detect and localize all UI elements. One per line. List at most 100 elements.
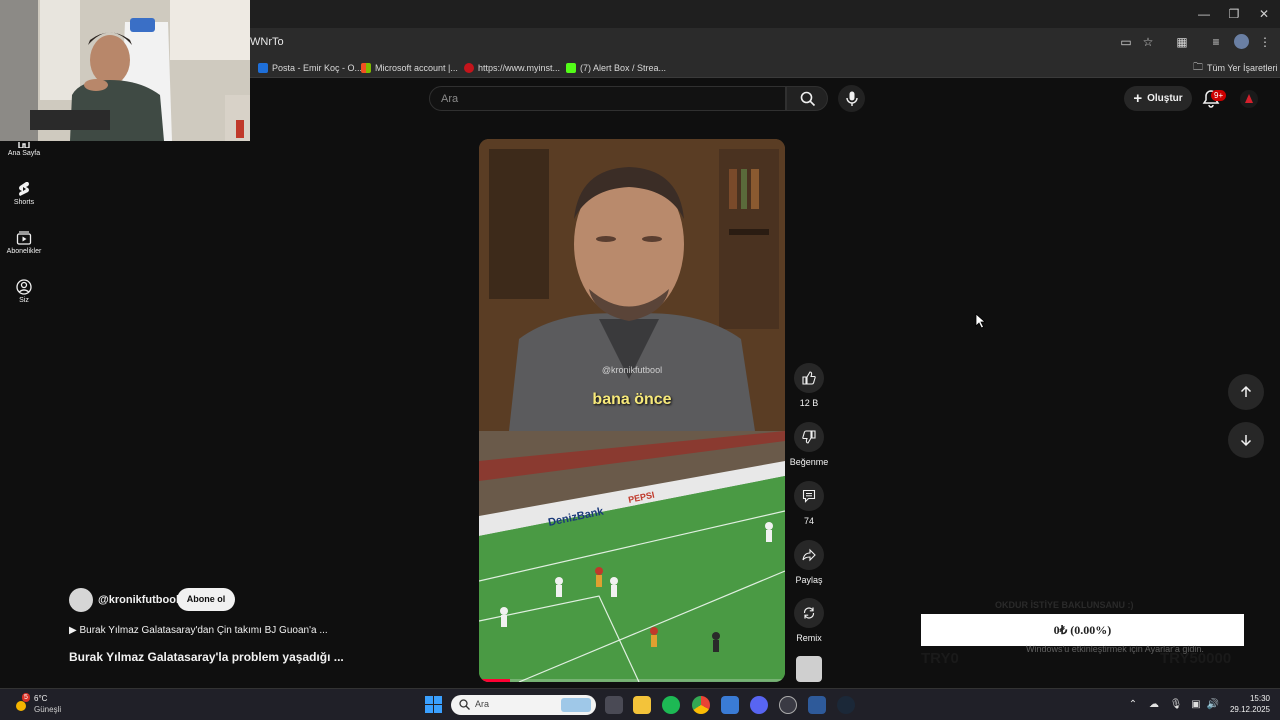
donation-goal-bar: 0₺ (0.00%): [921, 614, 1244, 646]
obs-icon[interactable]: [779, 696, 797, 714]
bookmark-star-icon[interactable]: ☆: [1140, 34, 1156, 50]
video-progress-fill: [479, 679, 510, 682]
sidebar-item-shorts[interactable]: Shorts: [0, 181, 48, 206]
plus-icon: +: [1133, 89, 1143, 107]
microphone-icon[interactable]: 🎙: [1169, 698, 1183, 712]
all-bookmarks[interactable]: 🗀 Tüm Yer İşaretleri: [1193, 61, 1278, 75]
search-icon: [459, 699, 470, 710]
taskbar-time[interactable]: 15:30: [1230, 694, 1270, 703]
maximize-icon[interactable]: ❐: [1226, 6, 1242, 22]
mail-icon: [258, 63, 268, 73]
channel-avatar[interactable]: [1240, 90, 1258, 108]
app-icon[interactable]: [808, 696, 826, 714]
weather-temperature[interactable]: 6°C: [34, 694, 47, 703]
shorts-icon: [19, 182, 29, 196]
bookmark-item[interactable]: Microsoft account |...: [361, 61, 458, 75]
bookmark-item[interactable]: Posta - Emir Koç - O...: [258, 61, 362, 75]
task-view-icon[interactable]: [605, 696, 623, 714]
bookmark-item[interactable]: (7) Alert Box / Strea...: [566, 61, 666, 75]
tab-strip[interactable]: [250, 0, 1190, 28]
channel-name[interactable]: @kronikfutbool: [98, 594, 179, 606]
search-input[interactable]: Ara: [429, 86, 786, 111]
share-label: Paylaş: [795, 575, 823, 585]
webcam-image: [0, 0, 250, 141]
more-menu-icon[interactable]: ⋮: [1257, 34, 1273, 50]
site-icon: [464, 63, 474, 73]
create-button[interactable]: + Oluştur: [1124, 86, 1192, 111]
next-short-button[interactable]: [1228, 422, 1264, 458]
mouse-cursor-icon: [975, 313, 987, 329]
thumbs-down-icon: [802, 430, 816, 444]
webcam-overlay: [0, 0, 250, 141]
comment-count: 74: [803, 516, 814, 526]
playlist-link[interactable]: ▶ Burak Yılmaz Galatasaray'dan Çin takım…: [69, 625, 328, 636]
donation-goal-min: TRY0: [921, 650, 959, 667]
weather-widget[interactable]: 5: [12, 693, 30, 714]
comments-button[interactable]: 74: [786, 481, 832, 526]
microsoft-icon: [361, 63, 371, 73]
shorts-video-player[interactable]: DenizBank PEPSI @kronikfutbool bana önce: [479, 139, 785, 682]
microphone-icon: [846, 91, 858, 106]
search-highlight-image: [561, 698, 591, 712]
remix-label: Remix: [796, 633, 822, 643]
chrome-icon[interactable]: [692, 696, 710, 714]
close-icon[interactable]: ✕: [1256, 6, 1272, 22]
sound-thumbnail[interactable]: [796, 656, 822, 682]
windows-activation-notice: Windows'u etkinleştirmek için Ayarlar'a …: [1026, 644, 1204, 654]
search-button[interactable]: [786, 86, 828, 111]
video-watermark: @kronikfutbool: [601, 365, 663, 375]
like-count: 12 B: [799, 398, 819, 408]
windows-logo-icon: [425, 696, 442, 713]
video-progress-bar[interactable]: [479, 679, 785, 682]
like-button[interactable]: 12 B: [786, 363, 832, 408]
share-button[interactable]: Paylaş: [786, 540, 832, 585]
start-button[interactable]: [425, 696, 442, 713]
search-icon: [800, 91, 816, 107]
video-caption: bana önce: [592, 391, 672, 408]
onedrive-icon[interactable]: ☁: [1147, 698, 1161, 712]
sidebar-item-subscriptions[interactable]: Abonelikler: [0, 230, 48, 255]
remix-button[interactable]: Remix: [786, 598, 832, 643]
media-control-icon[interactable]: ≡: [1208, 34, 1224, 50]
address-bar-url[interactable]: WNrTo: [250, 36, 284, 48]
chevron-up-icon[interactable]: ⌃: [1126, 698, 1140, 712]
video-frame-interview: [479, 139, 785, 431]
cast-icon[interactable]: ▭: [1118, 34, 1134, 50]
arrow-up-icon: [1240, 385, 1252, 397]
comment-icon: [802, 489, 816, 503]
windows-taskbar: 5 6°C Güneşli Ara ⌃ ☁ 🎙 ▣ 🔊 15:30 29.12.…: [0, 688, 1280, 720]
video-title[interactable]: Burak Yılmaz Galatasaray'la problem yaşa…: [69, 650, 344, 664]
volume-icon[interactable]: 🔊: [1206, 698, 1220, 712]
channel-avatar-small[interactable]: [69, 588, 93, 612]
thumbs-up-icon: [802, 371, 816, 385]
voice-search-button[interactable]: [838, 85, 865, 112]
previous-short-button[interactable]: [1228, 374, 1264, 410]
video-frame-football-match: DenizBank PEPSI: [479, 431, 785, 682]
subscribe-button[interactable]: Abone ol: [177, 588, 235, 611]
steam-icon[interactable]: [837, 696, 855, 714]
arrow-down-icon: [1240, 435, 1252, 447]
user-icon: [16, 279, 32, 295]
share-icon: [802, 548, 816, 562]
weather-description[interactable]: Güneşli: [34, 705, 61, 714]
sidebar-item-you[interactable]: Siz: [0, 279, 48, 304]
spotify-icon[interactable]: [662, 696, 680, 714]
minimize-icon[interactable]: —: [1196, 6, 1212, 22]
folder-icon: 🗀: [1193, 61, 1203, 73]
network-icon[interactable]: ▣: [1189, 698, 1203, 712]
file-explorer-icon[interactable]: [633, 696, 651, 714]
channel-logo-icon: [1245, 94, 1253, 103]
streamlabs-icon: [566, 63, 576, 73]
dislike-button[interactable]: Beğenme: [786, 422, 832, 467]
bookmark-item[interactable]: https://www.myinst...: [464, 61, 560, 75]
app-icon[interactable]: [721, 696, 739, 714]
taskbar-search-input[interactable]: Ara: [451, 695, 596, 715]
profile-avatar[interactable]: [1234, 34, 1249, 49]
taskbar-date[interactable]: 29.12.2025: [1220, 705, 1270, 714]
dislike-label: Beğenme: [789, 457, 829, 467]
donation-goal-title: OKDUR İSTİYE BAKLUNSANU :): [995, 600, 1134, 610]
weather-badge: 5: [22, 693, 30, 702]
extensions-icon[interactable]: ▦: [1174, 34, 1190, 50]
discord-icon[interactable]: [750, 696, 768, 714]
remix-icon: [803, 607, 815, 619]
